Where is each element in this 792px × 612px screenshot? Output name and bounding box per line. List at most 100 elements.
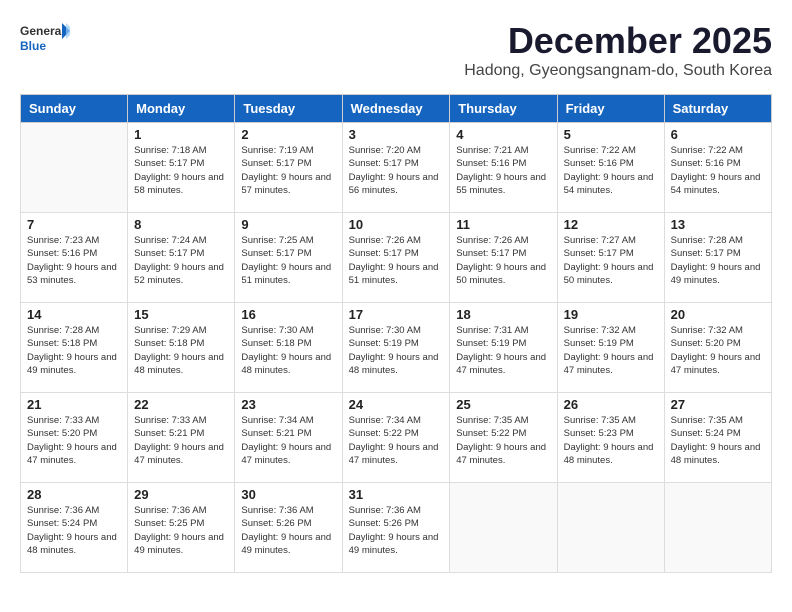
calendar-cell: 25 Sunrise: 7:35 AM Sunset: 5:22 PM Dayl… <box>450 393 557 483</box>
day-info: Sunrise: 7:36 AM Sunset: 5:25 PM Dayligh… <box>134 504 228 557</box>
day-info: Sunrise: 7:18 AM Sunset: 5:17 PM Dayligh… <box>134 144 228 197</box>
weekday-header-row: Sunday Monday Tuesday Wednesday Thursday… <box>21 95 772 123</box>
day-info: Sunrise: 7:34 AM Sunset: 5:22 PM Dayligh… <box>349 414 444 467</box>
calendar-cell <box>450 483 557 573</box>
sunrise: Sunrise: 7:27 AM <box>564 234 658 247</box>
day-info: Sunrise: 7:27 AM Sunset: 5:17 PM Dayligh… <box>564 234 658 287</box>
sunset: Sunset: 5:18 PM <box>241 337 335 350</box>
daylight: Daylight: 9 hours and 54 minutes. <box>564 171 658 198</box>
day-number: 22 <box>134 397 228 412</box>
sunset: Sunset: 5:26 PM <box>241 517 335 530</box>
calendar-cell: 7 Sunrise: 7:23 AM Sunset: 5:16 PM Dayli… <box>21 213 128 303</box>
daylight: Daylight: 9 hours and 47 minutes. <box>456 441 550 468</box>
daylight: Daylight: 9 hours and 48 minutes. <box>241 351 335 378</box>
day-number: 17 <box>349 307 444 322</box>
sunrise: Sunrise: 7:29 AM <box>134 324 228 337</box>
sunrise: Sunrise: 7:35 AM <box>456 414 550 427</box>
sunrise: Sunrise: 7:26 AM <box>456 234 550 247</box>
sunrise: Sunrise: 7:19 AM <box>241 144 335 157</box>
day-number: 29 <box>134 487 228 502</box>
day-info: Sunrise: 7:28 AM Sunset: 5:17 PM Dayligh… <box>671 234 765 287</box>
daylight: Daylight: 9 hours and 56 minutes. <box>349 171 444 198</box>
sunset: Sunset: 5:20 PM <box>671 337 765 350</box>
daylight: Daylight: 9 hours and 49 minutes. <box>241 531 335 558</box>
page-container: General Blue December 2025 Hadong, Gyeon… <box>20 20 772 573</box>
header-monday: Monday <box>128 95 235 123</box>
day-info: Sunrise: 7:35 AM Sunset: 5:24 PM Dayligh… <box>671 414 765 467</box>
day-number: 3 <box>349 127 444 142</box>
calendar-cell: 1 Sunrise: 7:18 AM Sunset: 5:17 PM Dayli… <box>128 123 235 213</box>
calendar-cell: 20 Sunrise: 7:32 AM Sunset: 5:20 PM Dayl… <box>664 303 771 393</box>
daylight: Daylight: 9 hours and 47 minutes. <box>349 441 444 468</box>
sunset: Sunset: 5:16 PM <box>27 247 121 260</box>
calendar-week-row: 1 Sunrise: 7:18 AM Sunset: 5:17 PM Dayli… <box>21 123 772 213</box>
daylight: Daylight: 9 hours and 57 minutes. <box>241 171 335 198</box>
calendar-table: Sunday Monday Tuesday Wednesday Thursday… <box>20 94 772 573</box>
sunset: Sunset: 5:16 PM <box>456 157 550 170</box>
sunset: Sunset: 5:17 PM <box>349 157 444 170</box>
sunset: Sunset: 5:17 PM <box>671 247 765 260</box>
sunset: Sunset: 5:19 PM <box>349 337 444 350</box>
day-info: Sunrise: 7:22 AM Sunset: 5:16 PM Dayligh… <box>564 144 658 197</box>
header: General Blue December 2025 Hadong, Gyeon… <box>20 20 772 90</box>
day-number: 14 <box>27 307 121 322</box>
day-number: 24 <box>349 397 444 412</box>
sunrise: Sunrise: 7:22 AM <box>671 144 765 157</box>
sunrise: Sunrise: 7:26 AM <box>349 234 444 247</box>
calendar-cell: 5 Sunrise: 7:22 AM Sunset: 5:16 PM Dayli… <box>557 123 664 213</box>
sunset: Sunset: 5:17 PM <box>134 157 228 170</box>
sunset: Sunset: 5:19 PM <box>564 337 658 350</box>
day-info: Sunrise: 7:33 AM Sunset: 5:21 PM Dayligh… <box>134 414 228 467</box>
calendar-cell: 23 Sunrise: 7:34 AM Sunset: 5:21 PM Dayl… <box>235 393 342 483</box>
daylight: Daylight: 9 hours and 48 minutes. <box>564 441 658 468</box>
daylight: Daylight: 9 hours and 49 minutes. <box>134 531 228 558</box>
day-number: 7 <box>27 217 121 232</box>
day-number: 23 <box>241 397 335 412</box>
sunset: Sunset: 5:24 PM <box>27 517 121 530</box>
day-number: 10 <box>349 217 444 232</box>
day-info: Sunrise: 7:31 AM Sunset: 5:19 PM Dayligh… <box>456 324 550 377</box>
calendar-cell: 6 Sunrise: 7:22 AM Sunset: 5:16 PM Dayli… <box>664 123 771 213</box>
sunset: Sunset: 5:19 PM <box>456 337 550 350</box>
header-sunday: Sunday <box>21 95 128 123</box>
svg-text:General: General <box>20 24 65 38</box>
sunset: Sunset: 5:18 PM <box>27 337 121 350</box>
day-number: 13 <box>671 217 765 232</box>
day-number: 1 <box>134 127 228 142</box>
day-info: Sunrise: 7:25 AM Sunset: 5:17 PM Dayligh… <box>241 234 335 287</box>
day-info: Sunrise: 7:24 AM Sunset: 5:17 PM Dayligh… <box>134 234 228 287</box>
day-info: Sunrise: 7:32 AM Sunset: 5:20 PM Dayligh… <box>671 324 765 377</box>
day-info: Sunrise: 7:26 AM Sunset: 5:17 PM Dayligh… <box>349 234 444 287</box>
sunrise: Sunrise: 7:32 AM <box>671 324 765 337</box>
daylight: Daylight: 9 hours and 48 minutes. <box>134 351 228 378</box>
calendar-cell: 29 Sunrise: 7:36 AM Sunset: 5:25 PM Dayl… <box>128 483 235 573</box>
sunrise: Sunrise: 7:24 AM <box>134 234 228 247</box>
title-block: December 2025 Hadong, Gyeongsangnam-do, … <box>464 20 772 90</box>
day-info: Sunrise: 7:35 AM Sunset: 5:22 PM Dayligh… <box>456 414 550 467</box>
daylight: Daylight: 9 hours and 48 minutes. <box>349 351 444 378</box>
day-number: 20 <box>671 307 765 322</box>
logo: General Blue <box>20 20 70 60</box>
sunset: Sunset: 5:22 PM <box>456 427 550 440</box>
sunset: Sunset: 5:17 PM <box>134 247 228 260</box>
sunrise: Sunrise: 7:28 AM <box>27 324 121 337</box>
sunset: Sunset: 5:21 PM <box>241 427 335 440</box>
daylight: Daylight: 9 hours and 47 minutes. <box>27 441 121 468</box>
sunrise: Sunrise: 7:28 AM <box>671 234 765 247</box>
calendar-cell: 17 Sunrise: 7:30 AM Sunset: 5:19 PM Dayl… <box>342 303 450 393</box>
sunset: Sunset: 5:22 PM <box>349 427 444 440</box>
calendar-cell: 31 Sunrise: 7:36 AM Sunset: 5:26 PM Dayl… <box>342 483 450 573</box>
calendar-cell: 24 Sunrise: 7:34 AM Sunset: 5:22 PM Dayl… <box>342 393 450 483</box>
header-wednesday: Wednesday <box>342 95 450 123</box>
calendar-cell: 18 Sunrise: 7:31 AM Sunset: 5:19 PM Dayl… <box>450 303 557 393</box>
daylight: Daylight: 9 hours and 58 minutes. <box>134 171 228 198</box>
daylight: Daylight: 9 hours and 55 minutes. <box>456 171 550 198</box>
sunset: Sunset: 5:16 PM <box>564 157 658 170</box>
day-number: 30 <box>241 487 335 502</box>
sunrise: Sunrise: 7:34 AM <box>349 414 444 427</box>
day-number: 21 <box>27 397 121 412</box>
sunrise: Sunrise: 7:35 AM <box>564 414 658 427</box>
daylight: Daylight: 9 hours and 49 minutes. <box>349 531 444 558</box>
calendar-cell: 26 Sunrise: 7:35 AM Sunset: 5:23 PM Dayl… <box>557 393 664 483</box>
daylight: Daylight: 9 hours and 51 minutes. <box>349 261 444 288</box>
